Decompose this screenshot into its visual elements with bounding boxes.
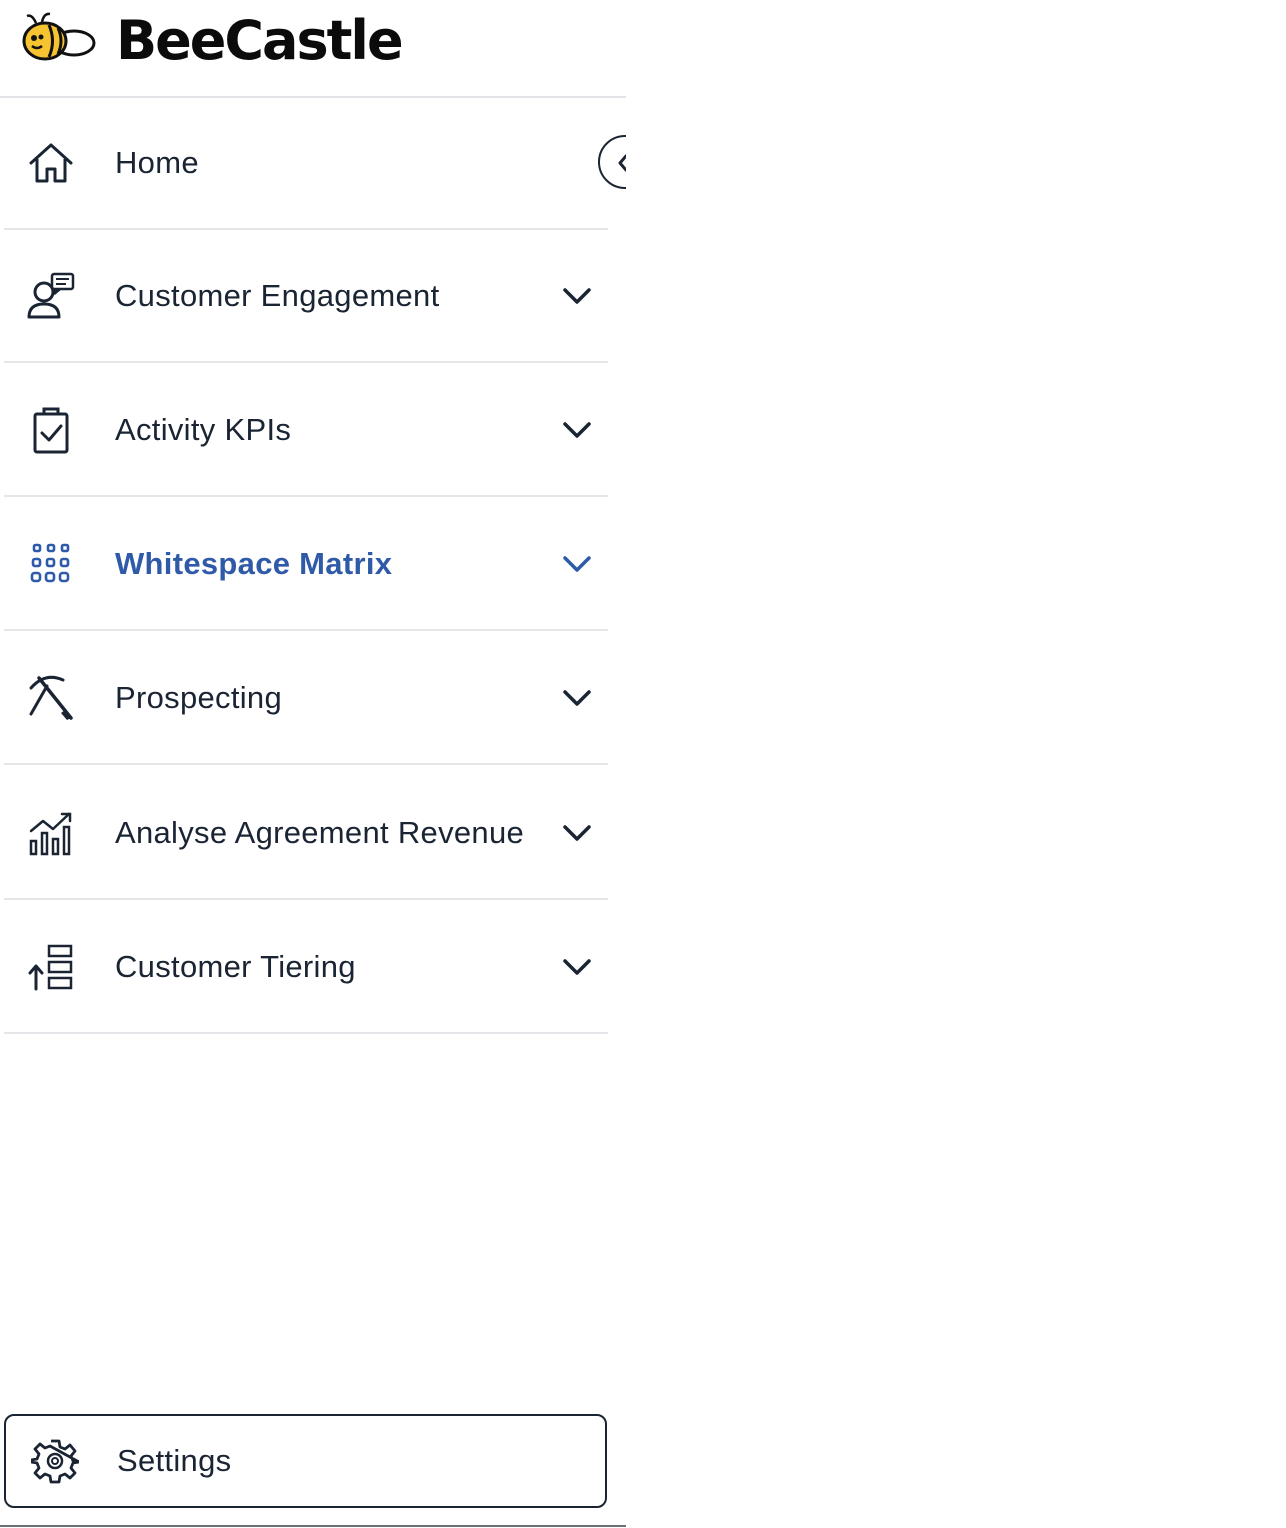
dot-grid-icon bbox=[26, 539, 76, 589]
pickaxe-icon bbox=[26, 673, 76, 723]
nav-label-whitespace-matrix: Whitespace Matrix bbox=[115, 545, 393, 581]
bar-chart-trend-icon bbox=[26, 808, 76, 858]
nav-label-analyse-agreement-revenue: Analyse Agreement Revenue bbox=[115, 814, 525, 850]
bee-logo-icon bbox=[20, 10, 98, 71]
nav-item-analyse-agreement-revenue[interactable]: Analyse Agreement Revenue bbox=[4, 767, 608, 900]
sidebar: BeeCastle Home Customer Engagement Activ… bbox=[0, 0, 626, 1528]
chevron-left-icon bbox=[618, 154, 626, 172]
clipboard-check-icon bbox=[26, 405, 76, 455]
brand[interactable]: BeeCastle bbox=[20, 8, 404, 72]
nav-item-activity-kpis[interactable]: Activity KPIs bbox=[4, 364, 608, 497]
chevron-down-icon[interactable] bbox=[560, 279, 594, 313]
settings-button[interactable]: Settings bbox=[4, 1414, 607, 1508]
chevron-down-icon[interactable] bbox=[560, 547, 594, 581]
nav-item-whitespace-matrix[interactable]: Whitespace Matrix bbox=[4, 498, 608, 631]
home-icon bbox=[26, 138, 76, 188]
chevron-down-icon[interactable] bbox=[560, 950, 594, 984]
chevron-down-icon[interactable] bbox=[560, 681, 594, 715]
gear-icon bbox=[30, 1436, 80, 1486]
nav-label-activity-kpis: Activity KPIs bbox=[115, 411, 292, 447]
nav-label-customer-engagement: Customer Engagement bbox=[115, 277, 440, 313]
nav-item-customer-tiering[interactable]: Customer Tiering bbox=[4, 901, 608, 1034]
nav-label-home: Home bbox=[115, 144, 199, 180]
nav-item-customer-engagement[interactable]: Customer Engagement bbox=[4, 230, 608, 363]
nav-item-home[interactable]: Home bbox=[4, 97, 608, 230]
nav-item-prospecting[interactable]: Prospecting bbox=[4, 632, 608, 765]
customer-chat-icon bbox=[26, 271, 76, 321]
collapse-sidebar-button[interactable] bbox=[590, 128, 626, 198]
chevron-down-icon[interactable] bbox=[560, 413, 594, 447]
brand-name: BeeCastle bbox=[116, 8, 404, 72]
footer-divider bbox=[0, 1525, 626, 1527]
tiering-icon bbox=[26, 942, 76, 992]
nav-label-customer-tiering: Customer Tiering bbox=[115, 948, 356, 984]
nav-label-prospecting: Prospecting bbox=[115, 679, 283, 715]
settings-label: Settings bbox=[117, 1443, 232, 1478]
chevron-down-icon[interactable] bbox=[560, 816, 594, 850]
